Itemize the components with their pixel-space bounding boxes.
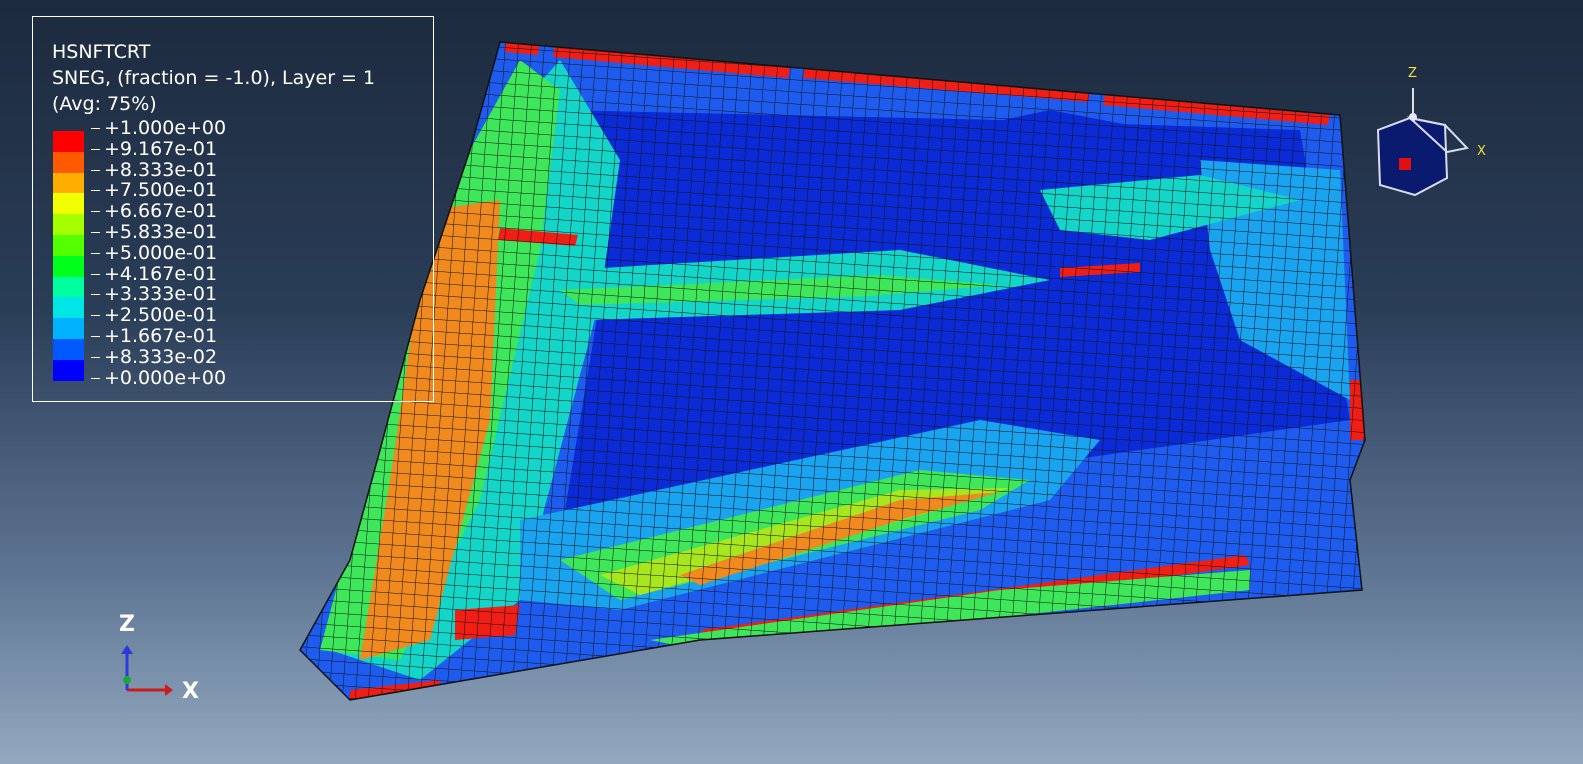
legend-tick-label: +1.000e+00 (91, 118, 226, 139)
legend-swatch (53, 131, 84, 152)
legend-swatch (53, 297, 84, 319)
coordinate-triad (121, 645, 173, 696)
legend-swatch (53, 193, 84, 215)
legend-tick-label: +1.667e-01 (91, 326, 226, 347)
view-cube-pivot-icon (1409, 113, 1417, 121)
legend-color-bar (53, 131, 84, 381)
legend-tick-label: +4.167e-01 (91, 263, 226, 285)
view-cube-origin-marker-icon (1399, 158, 1411, 170)
legend-tick-labels: +1.000e+00 +9.167e-01 +8.333e-01 +7.500e-01… (91, 118, 226, 388)
legend-swatch (53, 172, 84, 194)
legend-tick-label: +8.333e-02 (91, 346, 226, 368)
legend-swatch (53, 255, 84, 277)
x-axis-arrowhead-icon (165, 684, 173, 696)
z-axis-arrowhead-icon (121, 645, 133, 654)
legend-swatch (53, 338, 84, 360)
legend-averaging: (Avg: 75%) (52, 93, 157, 115)
triad-x-label: X (182, 679, 199, 704)
fem-mesh-plot[interactable] (280, 30, 1380, 720)
legend-tick-label: +5.000e-01 (91, 242, 226, 264)
mesh-element-grid (300, 42, 1365, 700)
view-cube[interactable] (1376, 88, 1469, 197)
legend-tick-label: +9.167e-01 (91, 138, 226, 160)
y-axis-dot-icon (123, 676, 131, 684)
view-cube-body-icon (1376, 116, 1449, 197)
legend-tick-label: +0.000e+00 (91, 367, 226, 389)
contour-legend: HSNFTCRT SNEG, (fraction = -1.0), Layer … (32, 16, 434, 402)
legend-tick-label: +2.500e-01 (91, 305, 226, 326)
legend-swatch (53, 318, 84, 339)
legend-detail: SNEG, (fraction = -1.0), Layer = 1 (52, 67, 376, 89)
view-cube-z-label: Z (1408, 66, 1417, 81)
view-cube-x-label: X (1477, 144, 1486, 159)
triad-z-label: Z (119, 612, 135, 637)
legend-variable-title: HSNFTCRT (52, 41, 151, 63)
legend-tick-label: +7.500e-01 (91, 180, 226, 201)
legend-swatch (53, 234, 84, 256)
legend-tick-label: +3.333e-01 (91, 284, 226, 305)
legend-tick-label: +5.833e-01 (91, 222, 226, 243)
legend-swatch (53, 214, 84, 235)
legend-tick-label: +6.667e-01 (91, 201, 226, 222)
legend-swatch (53, 359, 84, 381)
legend-swatch (53, 276, 84, 298)
legend-swatch (53, 151, 84, 173)
legend-tick-label: +8.333e-01 (91, 159, 226, 181)
